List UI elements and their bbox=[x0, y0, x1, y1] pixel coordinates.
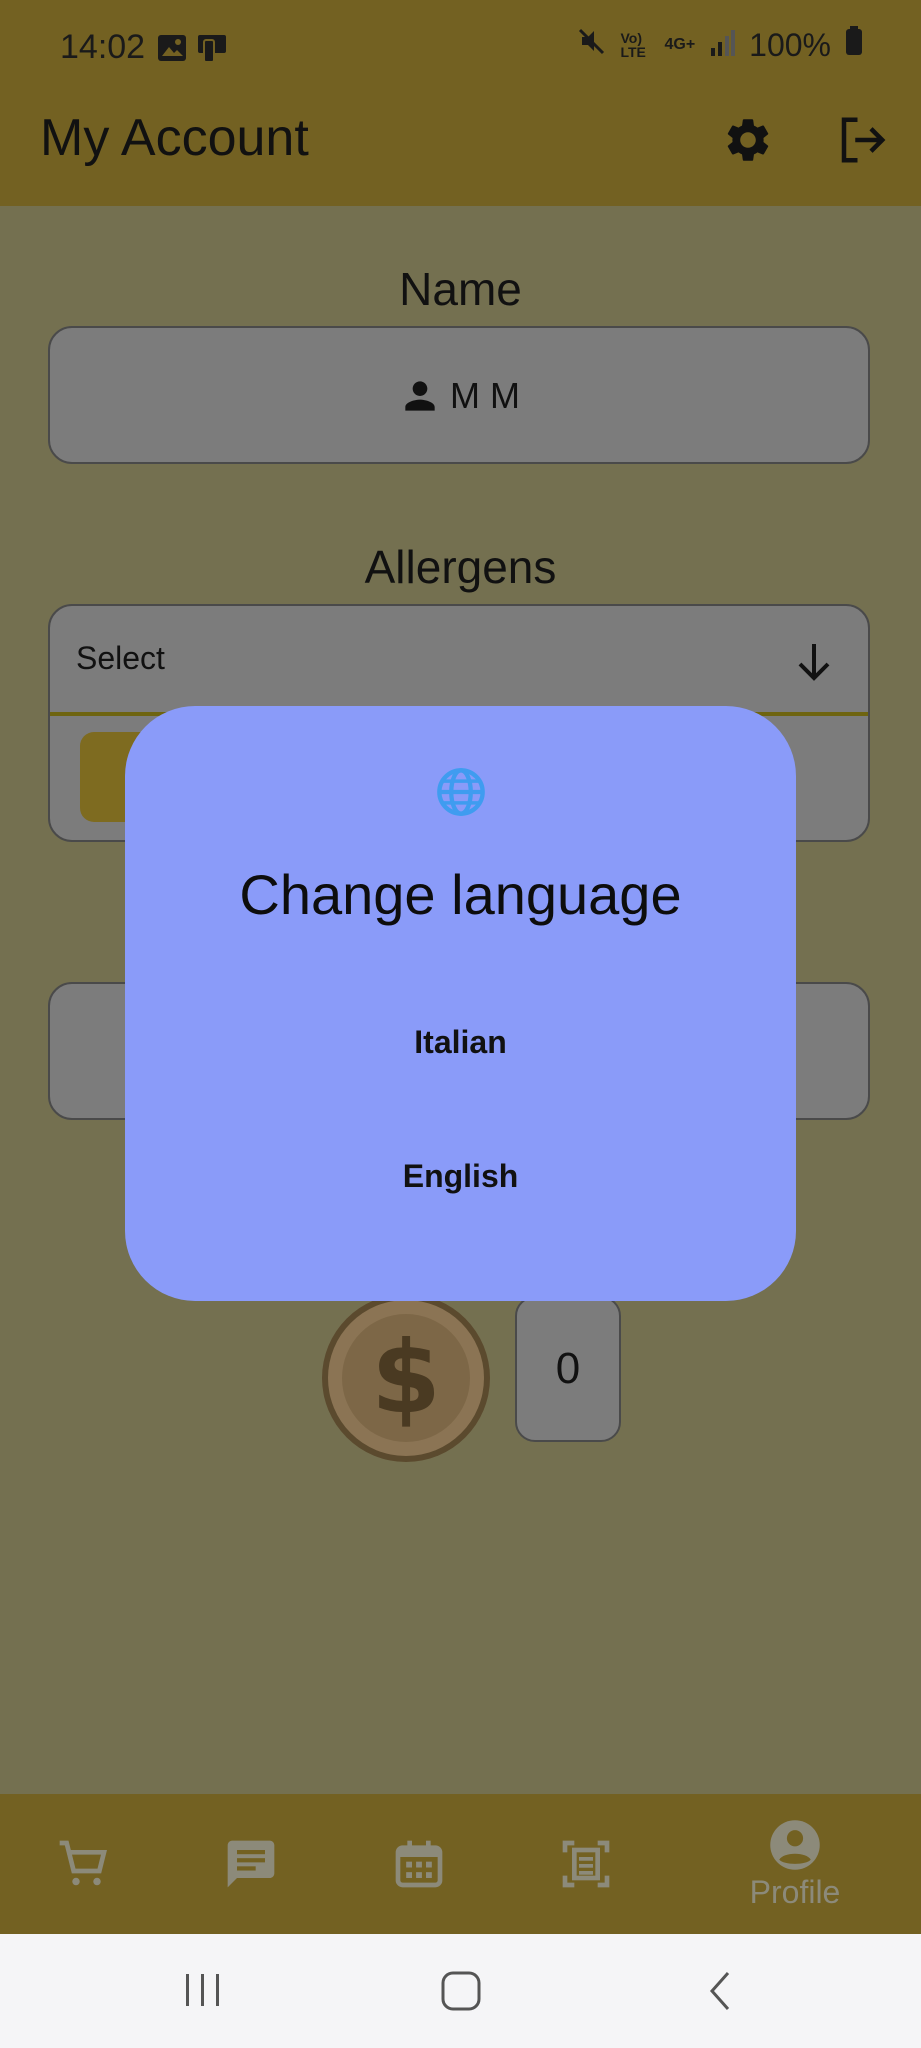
back-icon bbox=[709, 1972, 730, 2010]
nav-label-profile: Profile bbox=[749, 1873, 841, 1910]
back-button[interactable] bbox=[700, 1968, 740, 2014]
scan-icon bbox=[562, 1840, 610, 1888]
name-field[interactable]: M M bbox=[48, 326, 870, 464]
network-gen-label: 4G+ bbox=[664, 36, 696, 53]
home-icon bbox=[441, 1971, 481, 2011]
page-title: My Account bbox=[40, 109, 309, 167]
name-value: M M bbox=[450, 375, 520, 416]
globe-icon bbox=[437, 768, 485, 816]
system-navigation-bar bbox=[0, 1934, 921, 2048]
language-option-italian[interactable]: Italian bbox=[245, 1002, 676, 1082]
status-gallery-icon bbox=[157, 34, 187, 67]
points-value-box: 0 bbox=[515, 1296, 621, 1442]
logout-icon bbox=[841, 117, 886, 163]
name-value-row: M M bbox=[50, 374, 868, 418]
settings-button[interactable] bbox=[716, 108, 780, 172]
coin-dollar-icon: $ bbox=[320, 1292, 492, 1464]
recent-apps-button[interactable] bbox=[180, 1970, 226, 2010]
recent-apps-icon bbox=[186, 1974, 219, 2006]
dialog-title: Change language bbox=[239, 863, 682, 926]
app-header: 14:02 Vo) LTE 4G+ 100% My Account bbox=[0, 0, 921, 206]
allergens-label: Allergens bbox=[364, 541, 557, 593]
nav-item-scan[interactable] bbox=[545, 1794, 627, 1934]
name-label: Name bbox=[399, 263, 522, 315]
network-volte-label: Vo) LTE bbox=[620, 30, 646, 60]
status-device-icon bbox=[196, 32, 228, 69]
change-language-dialog: Change language Italian English bbox=[125, 706, 796, 1301]
logout-button[interactable] bbox=[830, 108, 894, 172]
signal-icon bbox=[709, 27, 736, 64]
nav-item-calendar[interactable] bbox=[378, 1794, 460, 1934]
gear-icon bbox=[727, 119, 769, 161]
calendar-icon bbox=[395, 1840, 443, 1888]
cart-icon bbox=[59, 1840, 107, 1886]
arrow-down-icon[interactable] bbox=[790, 638, 838, 686]
account-circle-icon bbox=[770, 1819, 820, 1870]
status-time: 14:02 bbox=[60, 28, 146, 66]
home-button[interactable] bbox=[438, 1968, 484, 2014]
svg-text:$: $ bbox=[371, 1319, 441, 1436]
status-icons: Vo) LTE 4G+ 100% bbox=[576, 26, 863, 64]
points-value: 0 bbox=[555, 1344, 581, 1393]
chat-icon bbox=[227, 1840, 275, 1888]
nav-item-chat[interactable] bbox=[210, 1794, 292, 1934]
allergens-select-placeholder: Select bbox=[76, 640, 165, 676]
nav-item-cart[interactable] bbox=[42, 1794, 124, 1934]
bottom-navigation: Profile bbox=[0, 1794, 921, 1934]
language-option-english[interactable]: English bbox=[245, 1136, 676, 1216]
person-icon bbox=[405, 381, 435, 411]
battery-icon bbox=[845, 26, 863, 64]
mute-icon bbox=[576, 26, 606, 64]
nav-item-profile[interactable]: Profile bbox=[730, 1794, 860, 1934]
battery-percent: 100% bbox=[749, 26, 831, 63]
